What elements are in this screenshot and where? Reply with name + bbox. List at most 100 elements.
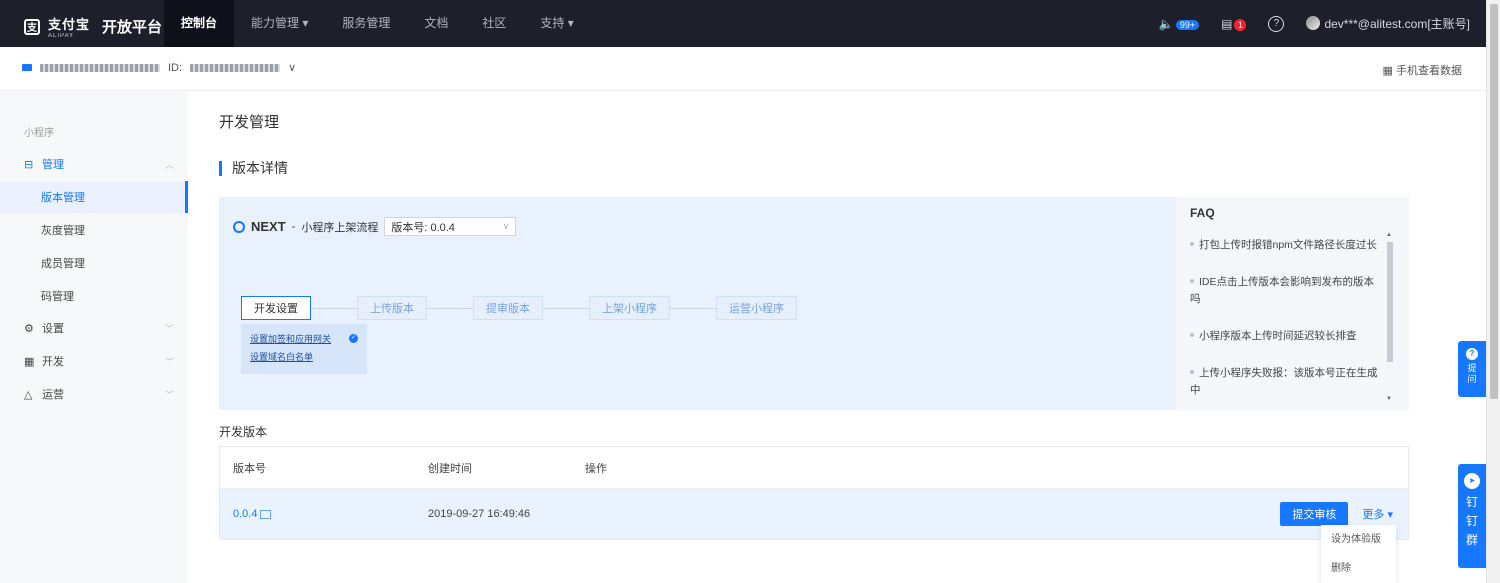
bag-icon: △ — [24, 388, 33, 401]
table-header: 版本号 创建时间 操作 — [220, 447, 1408, 489]
user-email: dev***@alitest.com[主账号] — [1324, 17, 1470, 31]
step-connector — [670, 307, 716, 309]
step-upload[interactable]: 上传版本 — [357, 296, 427, 320]
step-connector — [427, 307, 473, 309]
chevron-up-icon: ︿ — [164, 159, 174, 170]
version-link[interactable]: 0.0.4 — [233, 508, 257, 520]
created-cell: 2019-09-27 16:49:46 — [428, 508, 531, 520]
faq-item[interactable]: 打包上传时报错npm文件路径长度过长 — [1190, 237, 1380, 254]
ask-label: 提问 — [1467, 363, 1477, 384]
sidebar-item-gray[interactable]: 灰度管理 — [0, 214, 188, 246]
step-operate[interactable]: 运营小程序 — [716, 296, 797, 320]
chevron-down-icon: ∨ — [502, 221, 510, 231]
page-scroll-thumb[interactable] — [1490, 4, 1498, 399]
faq-scrollbar[interactable]: ▲ ▼ — [1386, 232, 1394, 402]
faq-title: FAQ — [1190, 206, 1215, 220]
dash: - — [291, 220, 296, 233]
page-scrollbar[interactable] — [1486, 0, 1500, 583]
image-icon[interactable] — [260, 509, 272, 519]
more-button[interactable]: 更多 ▾ — [1362, 506, 1393, 522]
step-publish[interactable]: 上架小程序 — [589, 296, 670, 320]
chevron-down-icon: ﹀ — [164, 356, 174, 367]
menu-set-trial[interactable]: 设为体验版 — [1321, 525, 1396, 554]
tasks-badge: 1 — [1234, 18, 1247, 31]
next-label: NEXT — [251, 219, 286, 234]
bullet-icon — [1190, 333, 1194, 337]
sidebar-item-label: 灰度管理 — [41, 225, 85, 237]
clock-icon — [233, 220, 245, 233]
page-title: 开发管理 — [219, 114, 280, 131]
table-row: 0.0.4 2019-09-27 16:49:46 提交审核 更多 ▾ — [220, 489, 1408, 539]
help-icon[interactable]: ? — [1268, 15, 1285, 32]
sidebar-item-label: 开发 — [42, 356, 64, 368]
nav-capability[interactable]: 能力管理 ▾ — [234, 0, 325, 47]
sidebar-item-manage[interactable]: ⊟ 管理 ︿ — [0, 148, 188, 180]
logo-subtext: ALIPAY — [48, 33, 75, 39]
mobile-view-label: 手机查看数据 — [1396, 65, 1462, 77]
gear-icon: ⚙ — [24, 322, 34, 335]
sidebar-item-develop[interactable]: ▦ 开发 ﹀ — [0, 345, 188, 377]
alipay-logo[interactable]: 支 支付宝 ALIPAY 开放平台 — [24, 14, 162, 39]
sidebar-item-label: 成员管理 — [41, 258, 85, 270]
sidebar: 小程序 ⊟ 管理 ︿ 版本管理 灰度管理 成员管理 码管理 ⚙ 设置 ﹀ ▦ 开… — [0, 91, 188, 583]
submit-review-button[interactable]: 提交审核 — [1280, 502, 1349, 526]
arrow-down-icon[interactable]: ▼ — [1386, 396, 1392, 402]
step-review[interactable]: 提审版本 — [473, 296, 543, 320]
col-version: 版本号 — [233, 462, 266, 475]
app-name-redacted — [40, 63, 160, 72]
app-selector[interactable]: ID: ∨ — [22, 61, 296, 74]
notification-button[interactable]: 🔈 99+ — [1158, 16, 1200, 31]
sidebar-item-label: 运营 — [42, 389, 64, 401]
sidebar-item-operate[interactable]: △ 运营 ﹀ — [0, 378, 188, 410]
flow-header: NEXT - 小程序上架流程 版本号: 0.0.4 ∨ — [233, 217, 517, 236]
nav-docs[interactable]: 文档 — [407, 0, 465, 47]
mobile-view-link[interactable]: ▦ 手机查看数据 — [1383, 62, 1462, 78]
faq-item-label: 小程序版本上传时间延迟较长排查 — [1199, 330, 1357, 342]
section-title: 版本详情 — [219, 161, 288, 176]
dingtalk-group-button[interactable]: ➤ 钉钉群 — [1458, 464, 1486, 568]
app-id-label: ID: — [168, 61, 183, 74]
logo-text: 支付宝 — [48, 17, 91, 32]
alipay-icon: 支 — [24, 18, 40, 35]
bullet-icon — [1190, 279, 1194, 283]
app-icon — [22, 64, 32, 71]
sidebar-item-codes[interactable]: 码管理 — [0, 280, 188, 312]
avatar — [1306, 16, 1321, 30]
faq-panel: FAQ 打包上传时报错npm文件路径长度过长 IDE点击上传版本会影响到发布的版… — [1176, 197, 1409, 410]
notification-badge: 99+ — [1175, 19, 1200, 30]
scroll-thumb[interactable] — [1387, 242, 1393, 362]
app-id-redacted — [190, 63, 281, 72]
faq-item[interactable]: IDE点击上传版本会影响到发布的版本吗 — [1190, 274, 1380, 308]
top-navbar: 支 支付宝 ALIPAY 开放平台 控制台 能力管理 ▾ 服务管理 文档 社区 … — [0, 0, 1500, 47]
tasks-button[interactable]: ▤ 1 — [1221, 17, 1247, 31]
sidebar-item-label: 码管理 — [41, 291, 74, 303]
faq-item[interactable]: 上传小程序失败报：该版本号正在生成中 — [1190, 365, 1380, 399]
speaker-icon: 🔈 — [1158, 16, 1174, 31]
ask-question-button[interactable]: ? 提问 — [1458, 341, 1486, 397]
dingtalk-icon: ➤ — [1464, 473, 1480, 489]
faq-list: 打包上传时报错npm文件路径长度过长 IDE点击上传版本会影响到发布的版本吗 小… — [1190, 237, 1380, 419]
col-ops: 操作 — [585, 462, 607, 475]
flow-steps: 开发设置 上传版本 提审版本 上架小程序 运营小程序 — [241, 296, 797, 320]
chevron-down-icon: ﹀ — [164, 323, 174, 334]
step-dev-settings[interactable]: 开发设置 — [241, 296, 311, 320]
platform-title: 开放平台 — [102, 19, 163, 36]
sidebar-item-version[interactable]: 版本管理 — [0, 181, 188, 213]
link-sign-gateway[interactable]: 设置加签和应用网关 — [250, 332, 358, 345]
faq-item[interactable]: 小程序版本上传时间延迟较长排查 — [1190, 328, 1380, 345]
nav-service[interactable]: 服务管理 — [325, 0, 407, 47]
nav-support[interactable]: 支持 ▾ — [523, 0, 590, 47]
nav-community[interactable]: 社区 — [465, 0, 523, 47]
arrow-up-icon[interactable]: ▲ — [1386, 232, 1392, 238]
nav-console[interactable]: 控制台 — [164, 0, 235, 47]
sidebar-item-members[interactable]: 成员管理 — [0, 247, 188, 279]
bullet-icon — [1190, 370, 1194, 374]
link-domain-whitelist[interactable]: 设置域名白名单 — [250, 350, 358, 363]
menu-delete[interactable]: 删除 — [1321, 554, 1396, 583]
version-select[interactable]: 版本号: 0.0.4 ∨ — [384, 217, 517, 236]
sidebar-item-settings[interactable]: ⚙ 设置 ﹀ — [0, 312, 188, 344]
faq-item-label: 上传小程序失败报：该版本号正在生成中 — [1190, 367, 1378, 396]
version-cell[interactable]: 0.0.4 — [233, 489, 272, 539]
user-menu[interactable]: dev***@alitest.com[主账号] — [1306, 15, 1470, 32]
faq-item-label: 打包上传时报错npm文件路径长度过长 — [1199, 239, 1377, 251]
